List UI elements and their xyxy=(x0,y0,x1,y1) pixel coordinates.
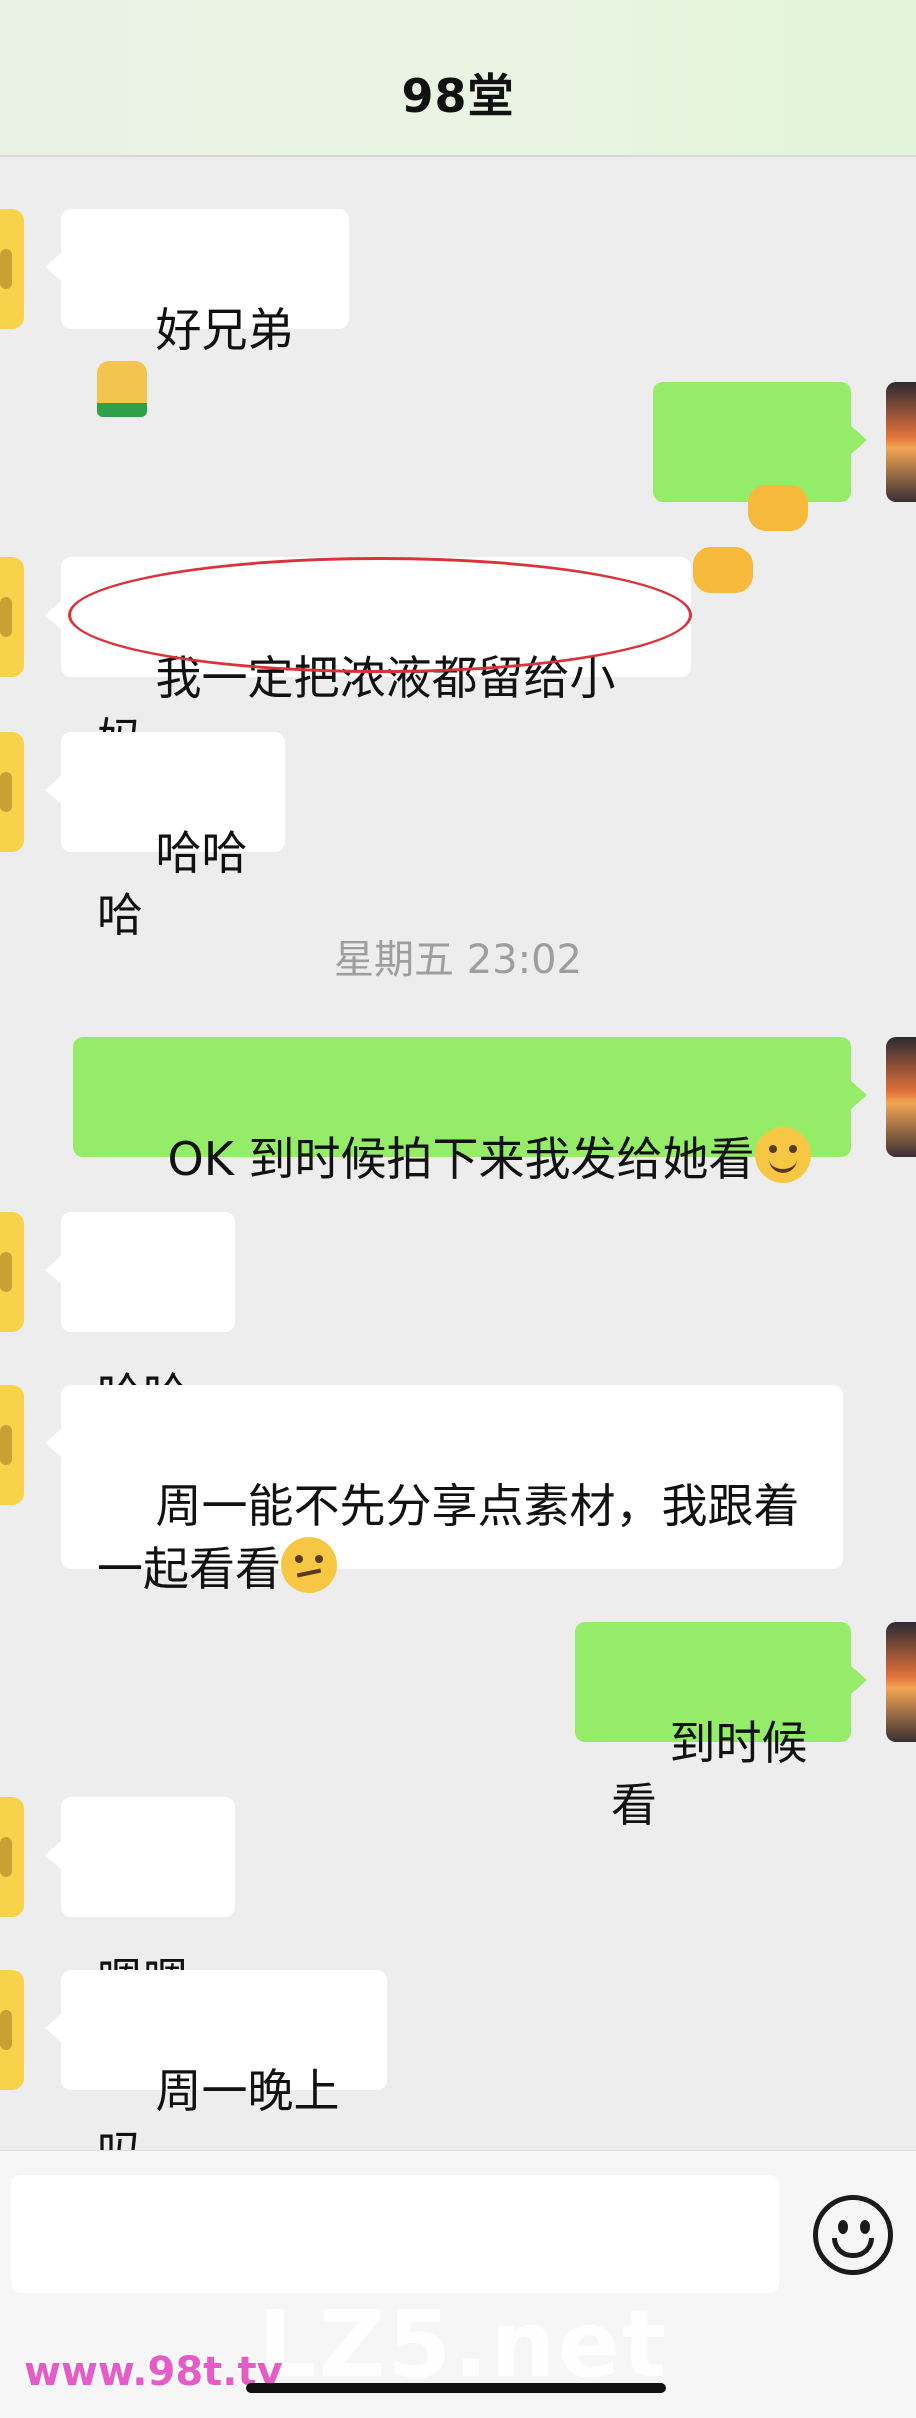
message-text: 哈哈哈 xyxy=(97,826,248,942)
my-avatar[interactable] xyxy=(886,1622,916,1742)
contact-avatar[interactable] xyxy=(0,1385,24,1505)
face-with-hand-over-mouth-icon xyxy=(754,1127,811,1183)
timestamp: 星期五 23:02 xyxy=(334,937,582,983)
message-bubble-incoming[interactable]: 周一晚上吗 xyxy=(45,1970,387,2180)
message-list[interactable]: 好兄弟 我一定把浓液都留给小妈 哈哈哈 星期五 23:02 OK 到时候拍下来我… xyxy=(0,157,916,2180)
input-bar: LZ5.net www.98t.tv xyxy=(0,2150,916,2418)
my-avatar[interactable] xyxy=(886,1037,916,1157)
watermark-right: LZ5.net xyxy=(258,2291,669,2398)
handshake-emoji-icon xyxy=(693,547,753,593)
message-bubble-incoming[interactable]: 好兄弟 xyxy=(45,209,349,417)
contact-avatar[interactable] xyxy=(0,1212,24,1332)
message-bubble-outgoing[interactable]: OK 到时候拍下来我发给她看 xyxy=(73,1037,867,1186)
my-avatar[interactable] xyxy=(886,382,916,502)
message-input[interactable] xyxy=(11,2175,779,2293)
chat-header: 98堂 xyxy=(0,0,916,157)
message-bubble-incoming[interactable]: 嗯嗯 xyxy=(45,1797,235,2007)
smiley-face-icon[interactable] xyxy=(813,2195,893,2275)
contact-avatar[interactable] xyxy=(0,732,24,852)
message-text: 到时候看 xyxy=(611,1716,808,1832)
chat-title: 98堂 xyxy=(401,69,515,123)
contact-avatar[interactable] xyxy=(0,1797,24,1917)
message-text: 好兄弟 xyxy=(155,303,294,357)
folded-hands-emoji-icon xyxy=(97,361,147,417)
smirking-face-icon xyxy=(281,1537,337,1593)
red-ellipse-annotation xyxy=(68,557,692,673)
message-text: OK 到时候拍下来我发给她看 xyxy=(167,1132,755,1186)
watermark-left: www.98t.tv xyxy=(24,2349,283,2395)
contact-avatar[interactable] xyxy=(0,209,24,329)
message-bubble-incoming[interactable]: 哈哈 xyxy=(45,1212,235,1422)
handshake-emoji-icon xyxy=(747,485,808,531)
message-bubble-incoming[interactable]: 哈哈哈 xyxy=(45,732,285,942)
message-bubble-outgoing[interactable]: 到时候看 xyxy=(575,1622,867,1832)
home-indicator xyxy=(246,2383,666,2393)
message-bubble-outgoing[interactable] xyxy=(653,382,867,593)
contact-avatar[interactable] xyxy=(0,557,24,677)
contact-avatar[interactable] xyxy=(0,1970,24,2090)
message-bubble-incoming[interactable]: 周一能不先分享点素材，我跟着 一起看看 xyxy=(45,1385,843,1596)
message-text: 周一能不先分享点素材，我跟着 一起看看 xyxy=(97,1479,800,1596)
